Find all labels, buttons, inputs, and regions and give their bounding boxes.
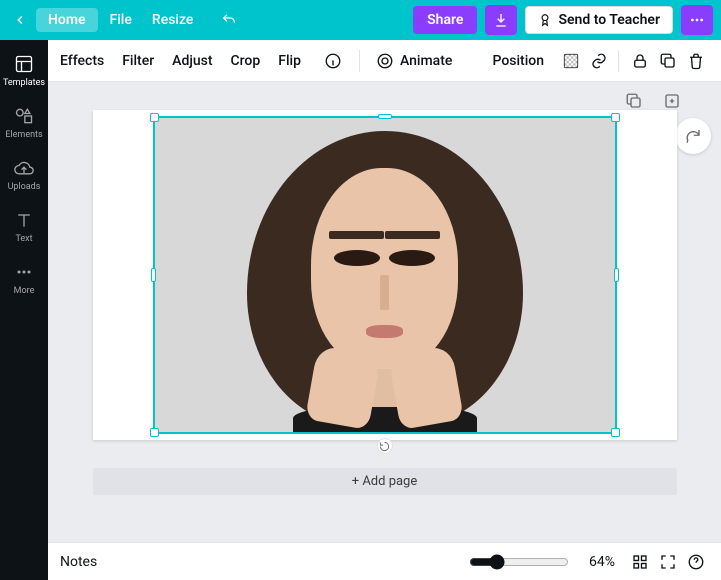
- trash-icon[interactable]: [683, 48, 709, 74]
- elements-icon: [14, 106, 34, 126]
- separator: [359, 50, 360, 72]
- context-toolbar: Effects Filter Adjust Crop Flip Animate …: [48, 40, 721, 82]
- duplicate-icon[interactable]: [655, 48, 681, 74]
- more-menu-button[interactable]: [681, 5, 713, 35]
- refresh-icon[interactable]: [675, 118, 711, 154]
- crop-button[interactable]: Crop: [231, 53, 261, 69]
- badge-icon: [538, 13, 552, 27]
- sidebar-item-more[interactable]: More: [0, 254, 48, 306]
- undo-icon[interactable]: [217, 8, 241, 32]
- left-sidebar: Templates Elements Uploads Text More: [0, 40, 48, 580]
- filter-button[interactable]: Filter: [122, 53, 154, 69]
- resize-menu[interactable]: Resize: [152, 12, 194, 28]
- animate-button[interactable]: Animate: [376, 52, 452, 70]
- resize-handle-top[interactable]: [378, 114, 392, 119]
- canvas-area[interactable]: + Add page: [48, 82, 721, 542]
- notes-button[interactable]: Notes: [60, 554, 97, 570]
- add-page-button[interactable]: + Add page: [93, 468, 677, 495]
- download-button[interactable]: [485, 5, 517, 35]
- adjust-button[interactable]: Adjust: [172, 53, 212, 69]
- top-bar: Home File Resize Share Send to Teacher: [0, 0, 721, 40]
- text-icon: [14, 210, 34, 230]
- portrait-image: [155, 118, 615, 432]
- sidebar-item-label: More: [14, 286, 35, 296]
- help-icon[interactable]: [683, 549, 709, 575]
- sidebar-item-label: Text: [15, 234, 32, 244]
- transparency-icon[interactable]: [558, 48, 584, 74]
- sidebar-item-elements[interactable]: Elements: [0, 98, 48, 150]
- sidebar-item-templates[interactable]: Templates: [0, 46, 48, 98]
- grid-view-icon[interactable]: [627, 549, 653, 575]
- home-button[interactable]: Home: [36, 8, 98, 32]
- resize-handle-left[interactable]: [151, 268, 156, 282]
- resize-handle-bl[interactable]: [150, 428, 159, 437]
- position-button[interactable]: Position: [492, 53, 544, 69]
- sidebar-item-label: Uploads: [8, 182, 41, 192]
- sidebar-item-label: Elements: [5, 130, 42, 140]
- file-menu[interactable]: File: [110, 12, 132, 28]
- zoom-slider[interactable]: [469, 554, 569, 570]
- animate-icon: [376, 52, 394, 70]
- info-icon[interactable]: [319, 47, 347, 75]
- back-icon[interactable]: [8, 8, 32, 32]
- link-icon[interactable]: [586, 48, 612, 74]
- templates-icon: [14, 54, 34, 74]
- send-label: Send to Teacher: [558, 12, 660, 28]
- share-button[interactable]: Share: [413, 6, 477, 34]
- separator: [618, 50, 619, 72]
- sidebar-item-text[interactable]: Text: [0, 202, 48, 254]
- animate-label: Animate: [400, 53, 452, 69]
- uploads-icon: [14, 158, 34, 178]
- lock-icon[interactable]: [627, 48, 653, 74]
- resize-handle-right[interactable]: [614, 268, 619, 282]
- resize-handle-tl[interactable]: [150, 113, 159, 122]
- resize-handle-tr[interactable]: [611, 113, 620, 122]
- sidebar-item-label: Templates: [3, 78, 45, 88]
- resize-handle-br[interactable]: [611, 428, 620, 437]
- zoom-value: 64%: [589, 554, 615, 570]
- rotate-handle[interactable]: [377, 438, 393, 454]
- send-to-teacher-button[interactable]: Send to Teacher: [525, 6, 673, 34]
- more-icon: [14, 262, 34, 282]
- effects-button[interactable]: Effects: [60, 53, 104, 69]
- selected-image[interactable]: [153, 116, 617, 434]
- flip-button[interactable]: Flip: [278, 53, 301, 69]
- sidebar-item-uploads[interactable]: Uploads: [0, 150, 48, 202]
- fullscreen-icon[interactable]: [655, 549, 681, 575]
- bottom-bar: Notes 64%: [48, 542, 721, 580]
- page-canvas[interactable]: [93, 110, 677, 440]
